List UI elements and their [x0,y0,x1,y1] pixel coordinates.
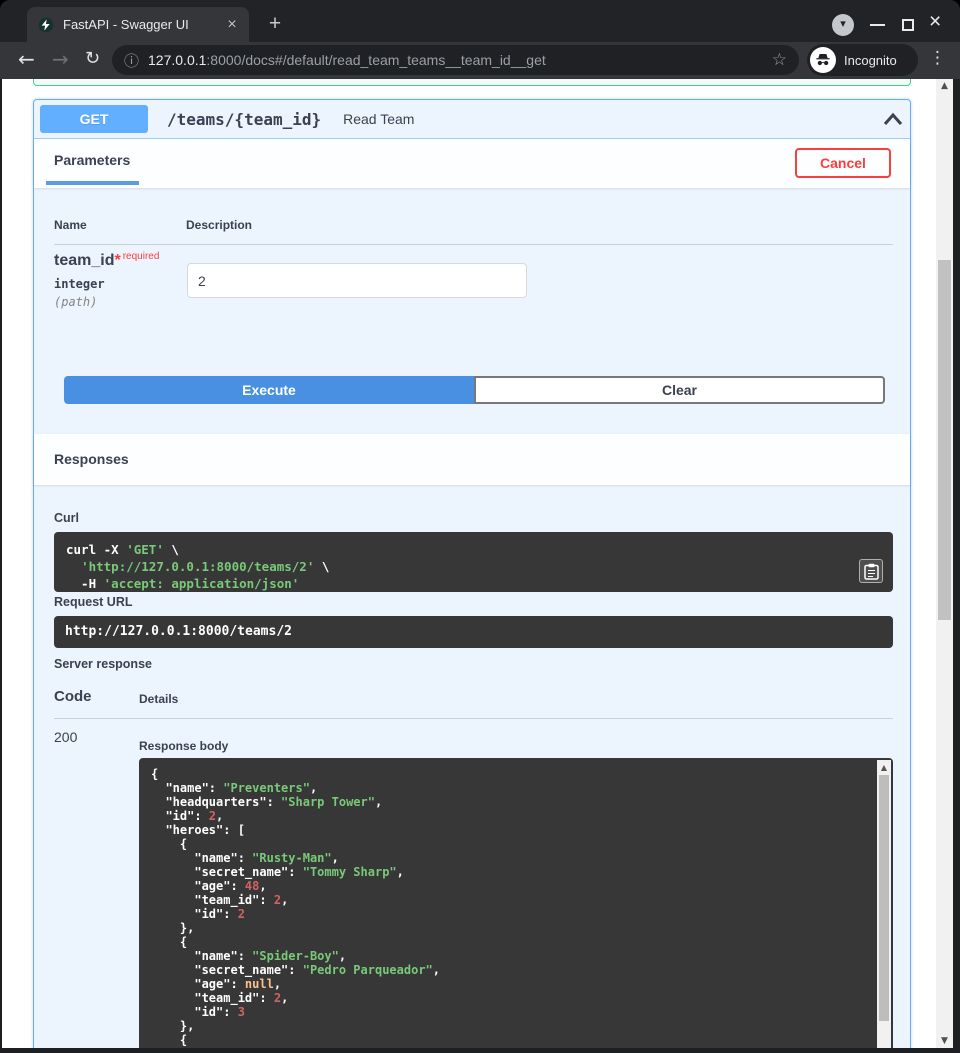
curl-label: Curl [54,511,79,525]
response-body-scrollbar[interactable]: ▲ [877,760,891,1048]
details-column-header: Details [139,692,178,706]
required-label: required [123,251,160,262]
page-scrollbar[interactable]: ▲ ▼ [936,79,953,1048]
operation-path: /teams/{team_id} [167,110,321,129]
opblock-header[interactable]: GET /teams/{team_id} Read Team [34,100,910,139]
column-header-description: Description [186,218,252,232]
parameters-tab-underline [46,181,139,185]
browser-tab[interactable]: FastAPI - Swagger UI × [27,7,249,42]
operation-summary: Read Team [343,111,414,127]
url-host: 127.0.0.1 [148,52,206,68]
url-text: 127.0.0.1:8000/docs#/default/read_team_t… [148,52,772,68]
parameters-title: Parameters [54,152,130,168]
browser-menu-button[interactable]: ⋮ [929,48,946,68]
curl-command: curl -X 'GET' \ 'http://127.0.0.1:8000/t… [54,532,893,592]
window-close-button[interactable]: × [929,11,941,32]
new-tab-button[interactable]: + [262,11,288,37]
cancel-button[interactable]: Cancel [795,148,891,178]
incognito-label: Incognito [844,53,897,68]
incognito-icon [810,47,836,73]
response-body: { "name": "Preventers", "headquarters": … [139,758,893,1048]
browser-window: FastAPI - Swagger UI × + ▾ × ← → ↻ ⓘ 127… [0,0,960,1053]
url-path: :8000/docs#/default/read_team_teams__tea… [206,52,545,68]
scroll-up-icon[interactable]: ▲ [877,761,891,775]
bookmark-star-icon[interactable]: ☆ [772,50,787,70]
server-response-label: Server response [54,657,152,671]
clipboard-icon [864,563,879,580]
back-button[interactable]: ← [18,48,35,70]
table-divider [54,244,893,245]
code-column-header: Code [54,688,92,705]
status-code: 200 [54,729,77,745]
responses-section-header: Responses [34,434,910,485]
page-content: GET /teams/{team_id} Read Team Parameter… [2,79,953,1048]
forward-button[interactable]: → [52,48,69,70]
column-header-name: Name [54,218,87,232]
address-bar[interactable]: ⓘ 127.0.0.1:8000/docs#/default/read_team… [112,45,799,75]
tab-close-icon[interactable]: × [223,17,241,33]
page-scroll-down-icon[interactable]: ▼ [936,1036,953,1046]
reload-button[interactable]: ↻ [85,48,100,70]
tab-search-button[interactable]: ▾ [832,14,854,36]
param-name: team_id*required [54,251,159,270]
window-minimize-button[interactable] [870,24,885,26]
previous-opblock-edge [33,79,911,86]
param-location: (path) [54,295,97,309]
page-info-icon[interactable]: ⓘ [124,50,139,71]
clear-button[interactable]: Clear [474,376,885,404]
page-scrollbar-thumb[interactable] [938,260,951,620]
execute-button[interactable]: Execute [64,376,474,404]
window-maximize-button[interactable] [902,19,914,31]
opblock-get-read-team: GET /teams/{team_id} Read Team Parameter… [33,99,911,1048]
incognito-badge: Incognito [807,44,918,76]
team-id-input[interactable] [187,263,527,298]
response-body-label: Response body [139,739,228,753]
param-type: integer [54,277,105,291]
tab-strip: FastAPI - Swagger UI × + ▾ × [0,0,960,42]
fastapi-favicon-icon [38,17,54,33]
page-scroll-up-icon[interactable]: ▲ [936,81,953,91]
request-url-label: Request URL [54,595,132,609]
collapse-chevron-icon[interactable] [883,110,903,128]
copy-to-clipboard-button[interactable] [859,559,883,583]
tab-title: FastAPI - Swagger UI [63,17,223,32]
response-divider [54,718,893,719]
method-badge: GET [40,105,148,133]
response-scrollbar-thumb[interactable] [879,775,889,1021]
parameters-section-header: Parameters Cancel [34,139,910,188]
required-star: * [114,252,120,269]
responses-title: Responses [54,451,129,467]
request-url-value: http://127.0.0.1:8000/teams/2 [54,616,893,648]
